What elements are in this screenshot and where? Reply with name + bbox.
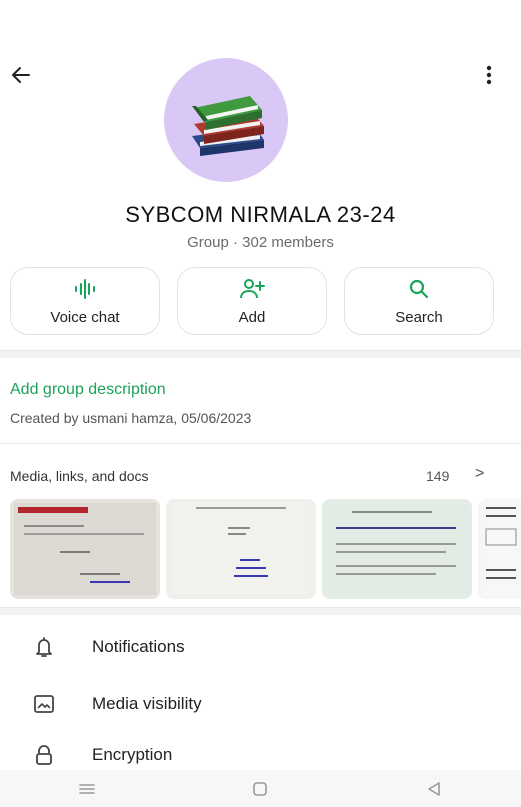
add-label: Add (238, 308, 266, 326)
divider-line (0, 443, 521, 444)
more-vert-icon (486, 65, 492, 85)
search-button[interactable]: Search (344, 267, 494, 335)
add-person-icon (239, 277, 265, 301)
home-square-icon (253, 781, 268, 796)
media-thumbnail[interactable] (478, 499, 521, 599)
section-divider (0, 350, 521, 358)
document-image-icon (14, 503, 156, 595)
chevron-right-icon[interactable]: > (475, 465, 484, 483)
media-count[interactable]: 149 (426, 468, 449, 484)
media-visibility-row[interactable]: Media visibility (0, 680, 521, 728)
more-options-button[interactable] (474, 60, 504, 90)
system-navigation-bar (0, 770, 521, 807)
search-label: Search (395, 308, 443, 326)
document-image-icon (484, 503, 521, 595)
add-group-description-link[interactable]: Add group description (10, 381, 166, 399)
section-divider (0, 607, 521, 615)
back-button[interactable] (6, 60, 36, 90)
recent-apps-button[interactable] (67, 777, 107, 801)
voice-chat-label: Voice chat (50, 308, 120, 326)
encryption-row[interactable]: Encryption (0, 739, 521, 771)
media-thumbnail[interactable] (322, 499, 472, 599)
media-section-title[interactable]: Media, links, and docs (10, 468, 149, 484)
bell-icon (24, 636, 64, 658)
lock-icon (24, 744, 64, 766)
media-visibility-label: Media visibility (92, 694, 202, 713)
back-triangle-icon (428, 781, 440, 796)
document-image-icon (172, 503, 310, 595)
media-thumbnail[interactable] (166, 499, 316, 599)
notifications-label: Notifications (92, 637, 185, 656)
group-avatar[interactable] (164, 58, 288, 182)
search-icon (408, 277, 430, 301)
created-by-text: Created by usmani hamza, 05/06/2023 (10, 410, 252, 426)
encryption-label: Encryption (92, 745, 173, 764)
books-icon (192, 96, 264, 156)
back-nav-button[interactable] (414, 777, 454, 801)
media-thumbnail[interactable] (10, 499, 160, 599)
image-icon (24, 694, 64, 714)
notifications-row[interactable]: Notifications (0, 623, 521, 671)
back-arrow-icon (12, 67, 30, 83)
add-member-button[interactable]: Add (177, 267, 327, 335)
voice-waveform-icon (72, 277, 98, 301)
menu-lines-icon (79, 783, 95, 794)
document-image-icon (326, 503, 468, 595)
home-button[interactable] (240, 777, 280, 801)
voice-chat-button[interactable]: Voice chat (10, 267, 160, 335)
group-name: SYBCOM NIRMALA 23-24 (125, 202, 396, 227)
group-member-count: Group · 302 members (187, 234, 334, 251)
